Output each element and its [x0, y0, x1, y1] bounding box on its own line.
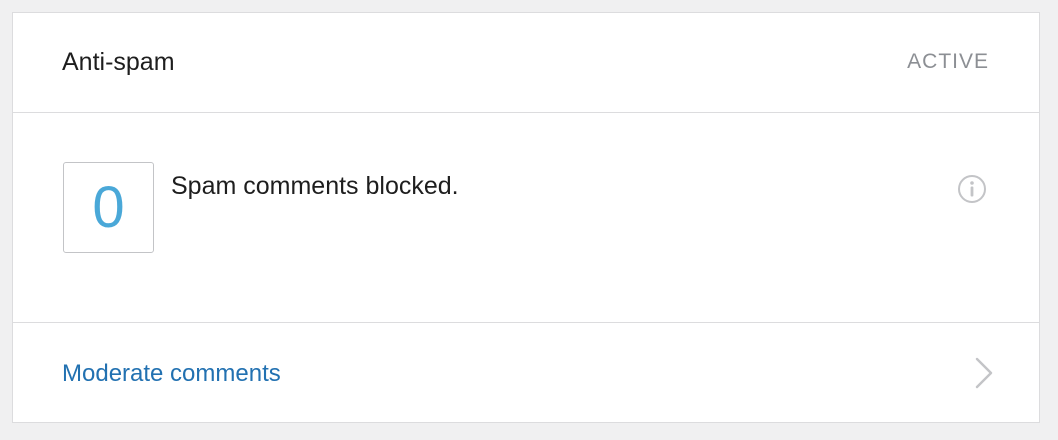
moderate-comments-link[interactable]: Moderate comments	[62, 359, 281, 389]
anti-spam-card: Anti-spam ACTIVE 0 Spam comments blocked…	[12, 12, 1040, 423]
card-title: Anti-spam	[62, 48, 175, 76]
spam-count-value: 0	[92, 174, 125, 240]
chevron-right-icon	[975, 357, 993, 389]
card-header: Anti-spam ACTIVE	[13, 13, 1039, 113]
spam-count-box: 0	[63, 162, 154, 253]
moderate-comments-row[interactable]: Moderate comments	[13, 323, 1039, 423]
spam-count-label: Spam comments blocked.	[171, 172, 459, 200]
card-body: 0 Spam comments blocked.	[13, 113, 1039, 323]
info-icon[interactable]	[957, 174, 987, 204]
status-badge: ACTIVE	[907, 50, 989, 73]
